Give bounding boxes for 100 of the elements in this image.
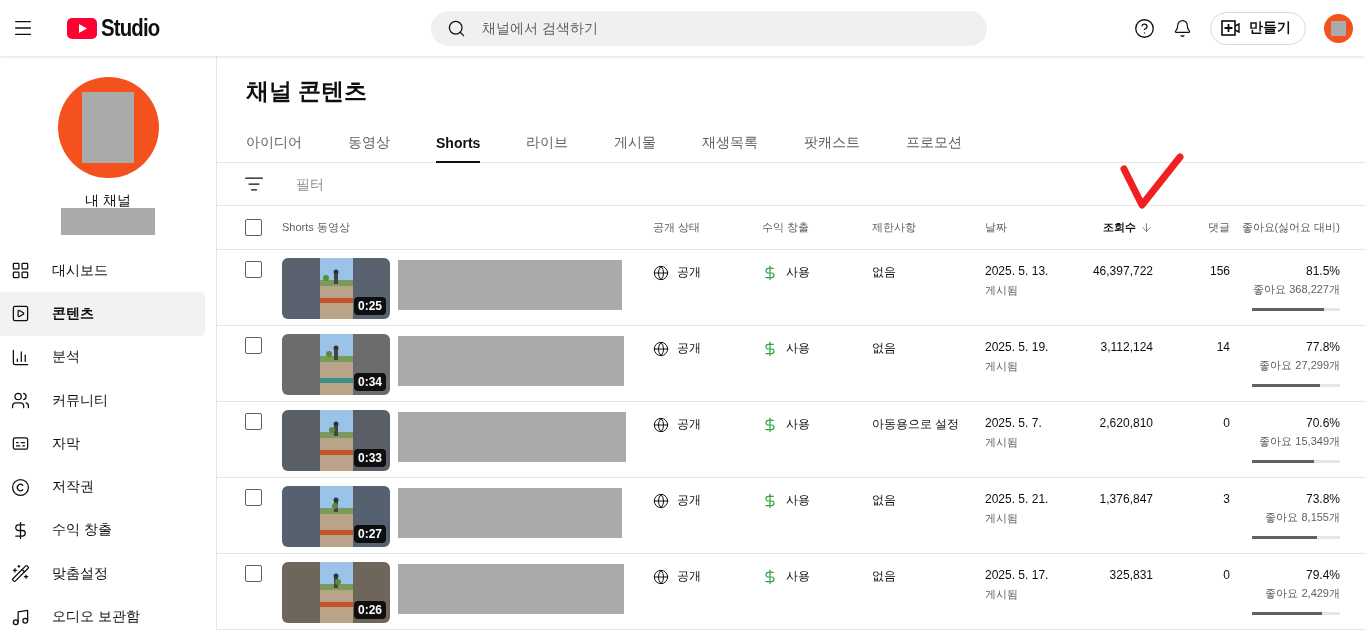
logo-text: Studio	[101, 14, 160, 42]
like-ratio: 70.6%	[1305, 416, 1340, 430]
tab[interactable]: 게시물	[614, 125, 657, 163]
globe-icon	[653, 340, 669, 357]
monetization-cell: 사용	[762, 334, 810, 357]
tab[interactable]: Shorts	[436, 125, 481, 163]
visibility-cell: 공개	[653, 486, 701, 509]
monetization-cell: 사용	[762, 410, 810, 433]
checkbox[interactable]	[245, 413, 262, 430]
views-cell-text: 2,620,810	[1099, 415, 1153, 430]
monetization-cell: 사용	[762, 486, 810, 509]
duration-badge: 0:25	[353, 297, 386, 315]
help-icon[interactable]	[1134, 17, 1155, 39]
likes-count: 좋아요 2,429개	[1265, 586, 1340, 601]
tab[interactable]: 프로모션	[906, 125, 963, 163]
comments-cell-text: 0	[1223, 415, 1230, 430]
views-cell-text: 46,397,722	[1092, 263, 1153, 278]
sidebar-item[interactable]: 오디오 보관함	[0, 595, 205, 630]
create-button[interactable]: 만들기	[1210, 11, 1306, 45]
like-ratio: 79.4%	[1305, 568, 1340, 582]
visibility-cell: 공개	[653, 334, 701, 357]
checkbox[interactable]	[245, 489, 262, 506]
sidebar-item[interactable]: 분석	[0, 335, 205, 379]
tab[interactable]: 재생목록	[702, 125, 759, 163]
like-ratio: 73.8%	[1305, 492, 1340, 506]
bar-chart-icon	[11, 347, 30, 367]
dollar-icon	[762, 568, 778, 585]
column-header[interactable]: 제한사항	[872, 220, 916, 235]
comments-cell-text: 156	[1209, 263, 1230, 278]
play-square-icon	[11, 304, 30, 324]
comments-cell-text: 0	[1223, 567, 1230, 582]
copyright-icon	[11, 477, 30, 497]
sidebar-item[interactable]: 자막	[0, 422, 205, 466]
views-cell-text: 1,376,847	[1099, 491, 1153, 506]
tab[interactable]: 팟캐스트	[804, 125, 861, 163]
duration-badge: 0:26	[353, 601, 386, 619]
dollar-icon	[762, 492, 778, 509]
globe-icon	[653, 492, 669, 509]
checkbox[interactable]	[245, 219, 262, 236]
sidebar-item[interactable]: 콘텐츠	[0, 292, 205, 336]
status-text: 게시됨	[985, 359, 1019, 374]
views-cell-text: 3,112,124	[1100, 339, 1153, 354]
likes-count: 좋아요 15,349개	[1259, 434, 1340, 449]
likes-count: 좋아요 368,227개	[1253, 282, 1340, 297]
dollar-icon	[762, 340, 778, 357]
status-text: 게시됨	[985, 511, 1019, 526]
date-cell-text: 2025. 5. 13.	[985, 264, 1050, 278]
column-header[interactable]: 날짜	[985, 220, 1007, 235]
comments-cell-text: 14	[1216, 339, 1230, 354]
channel-label: 내 채널	[85, 192, 131, 208]
account-avatar[interactable]	[1324, 13, 1353, 43]
date-cell-text: 2025. 5. 21.	[985, 492, 1050, 506]
like-ratio: 77.8%	[1305, 340, 1340, 354]
date-cell-text: 2025. 5. 7.	[985, 416, 1043, 430]
status-text: 게시됨	[985, 283, 1019, 298]
checkbox[interactable]	[245, 565, 262, 582]
globe-icon	[653, 568, 669, 585]
play-logo-icon	[67, 17, 97, 39]
column-header[interactable]: 좋아요(싫어요 대비)	[1241, 220, 1340, 235]
camera-plus-icon	[1221, 20, 1241, 36]
status-text: 게시됨	[985, 435, 1019, 450]
tab[interactable]: 아이디어	[246, 125, 302, 163]
sidebar-item[interactable]: 맞춤설정	[0, 552, 205, 596]
check-mark-annotation	[1120, 153, 1184, 211]
people-icon	[11, 391, 30, 411]
sidebar-item[interactable]: 대시보드	[0, 249, 205, 293]
globe-icon	[653, 264, 669, 281]
checkbox[interactable]	[245, 261, 262, 278]
search-field[interactable]: 채널에서 검색하기	[430, 10, 987, 46]
checkbox[interactable]	[245, 337, 262, 354]
likes-count: 좋아요 8,155개	[1265, 510, 1340, 525]
sidebar-item[interactable]: 수익 창출	[0, 508, 205, 553]
grid-icon	[11, 261, 30, 281]
sidebar-item[interactable]: 저작권	[0, 465, 205, 509]
status-text: 게시됨	[985, 587, 1019, 602]
restrictions-cell-text: 없음	[872, 568, 896, 585]
column-header[interactable]: 댓글	[1208, 220, 1230, 235]
like-ratio: 81.5%	[1305, 264, 1340, 278]
sidebar-item[interactable]: 커뮤니티	[0, 378, 205, 423]
tab[interactable]: 라이브	[526, 125, 569, 163]
restrictions-cell-text: 없음	[872, 264, 896, 281]
duration-badge: 0:33	[353, 449, 386, 467]
page-title: 채널 콘텐츠	[245, 77, 369, 106]
monetization-cell: 사용	[762, 258, 810, 281]
bell-icon[interactable]	[1173, 18, 1192, 38]
column-header[interactable]: 수익 창출	[762, 220, 810, 235]
monetization-cell: 사용	[762, 562, 810, 585]
tab[interactable]: 동영상	[348, 125, 390, 163]
visibility-cell: 공개	[653, 258, 701, 281]
redaction-block	[82, 92, 134, 163]
duration-badge: 0:34	[353, 373, 386, 391]
date-cell-text: 2025. 5. 19.	[985, 340, 1050, 354]
visibility-cell: 공개	[653, 562, 701, 585]
sort-arrow-icon	[1140, 221, 1153, 234]
restrictions-cell-text: 아동용으로 설정	[872, 416, 960, 433]
search-icon	[446, 18, 466, 38]
dollar-icon	[762, 264, 778, 281]
column-header[interactable]: 공개 상태	[653, 220, 701, 235]
column-header[interactable]: 조회수	[1103, 220, 1153, 235]
column-header[interactable]: Shorts 동영상	[282, 220, 350, 235]
